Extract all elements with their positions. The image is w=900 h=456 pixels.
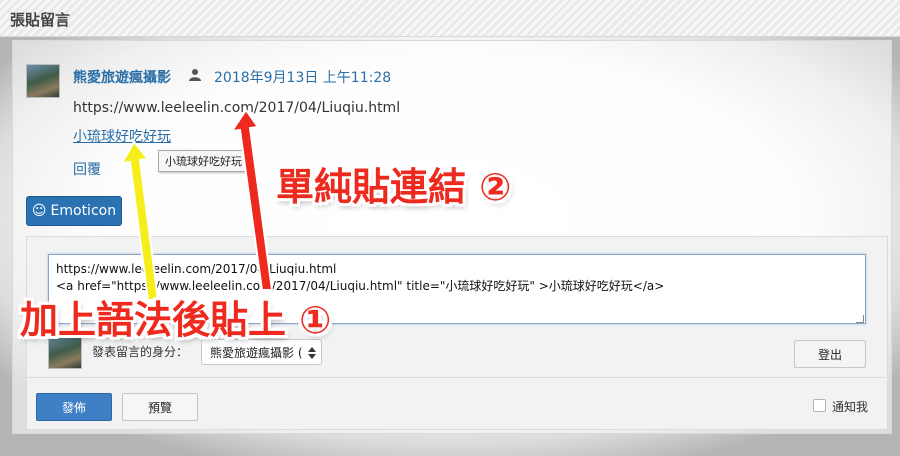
logout-button[interactable]: 登出: [794, 340, 866, 368]
reply-link[interactable]: 回覆: [73, 159, 101, 179]
emoticon-button[interactable]: ☺ Emoticon: [26, 196, 122, 226]
header-bar: [0, 0, 900, 37]
user-icon: [189, 69, 201, 81]
link-tooltip: 小琉球好吃好玩: [158, 150, 249, 172]
comment-author[interactable]: 熊愛旅遊瘋攝影: [73, 67, 171, 87]
identity-label: 發表留言的身分：: [92, 345, 189, 359]
smiley-icon: ☺: [31, 203, 47, 219]
section-title: 張貼留言: [10, 11, 71, 29]
notify-checkbox[interactable]: [813, 399, 826, 412]
annotation-note-2: 單純貼連結 ②: [276, 165, 512, 209]
emoticon-label: Emoticon: [50, 203, 117, 219]
preview-button[interactable]: 預覽: [122, 393, 198, 421]
form-divider: [26, 377, 886, 378]
comment-date[interactable]: 2018年9月13日 上午11:28: [214, 67, 391, 87]
commenter-avatar: [26, 64, 60, 98]
notify-label: 通知我: [832, 400, 869, 414]
publish-button[interactable]: 發佈: [36, 393, 112, 421]
identity-selected-value: 熊愛旅遊瘋攝影 (: [210, 345, 303, 360]
select-arrows-icon: [308, 347, 316, 359]
resize-handle[interactable]: [856, 315, 864, 323]
annotation-note-1: 加上語法後貼上 ①: [20, 298, 332, 342]
comment-link[interactable]: 小琉球好吃好玩: [73, 126, 171, 146]
comment-url-text: https://www.leeleelin.com/2017/04/Liuqiu…: [73, 100, 401, 116]
